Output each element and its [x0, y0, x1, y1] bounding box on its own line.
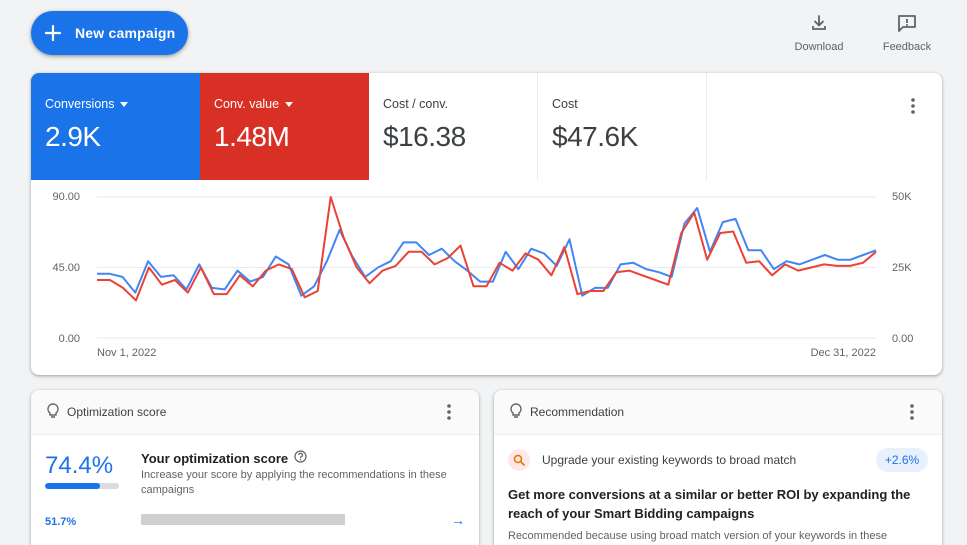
feedback-icon: [897, 14, 917, 41]
download-button[interactable]: Download: [790, 14, 848, 53]
more-options-icon[interactable]: [900, 400, 924, 424]
help-icon[interactable]: [294, 450, 307, 466]
campaign-name-placeholder: [141, 514, 345, 525]
plus-icon: [31, 11, 75, 55]
series-line-conv-value: [97, 196, 877, 302]
metric-name: Conversions: [45, 97, 115, 111]
optimization-score-bar: [45, 483, 119, 489]
y-right-tick: 50K: [892, 191, 912, 203]
optimization-heading-text: Your optimization score: [141, 450, 289, 466]
performance-card: Conversions 2.9K Conv. value 1.48M Cost …: [31, 73, 942, 375]
x-end-label: Dec 31, 2022: [811, 347, 876, 359]
card-title: Recommendation: [530, 405, 625, 419]
y-right-tick: 25K: [892, 262, 912, 274]
optimization-score-card: Optimization score 74.4% Your optimizati…: [31, 390, 479, 545]
card-title: Optimization score: [67, 405, 167, 419]
metric-conversions[interactable]: Conversions 2.9K: [31, 73, 200, 180]
recommendation-card: Recommendation Upgrade your existing key…: [494, 390, 942, 545]
download-label: Download: [794, 41, 844, 53]
new-campaign-button[interactable]: New campaign: [31, 11, 188, 55]
recommendation-heading: Get more conversions at a similar or bet…: [508, 487, 911, 521]
y-right-tick: 0.00: [892, 333, 913, 345]
optimization-heading: Your optimization score: [141, 450, 307, 466]
lightbulb-icon: [510, 402, 522, 422]
metric-value: 1.48M: [214, 121, 290, 152]
metric-cost-per-conv[interactable]: Cost / conv. $16.38: [369, 73, 538, 180]
metric-name: Conv. value: [214, 97, 280, 111]
metric-name: Cost: [552, 97, 578, 111]
recommendation-footer: Recommended because using broad match ve…: [508, 530, 888, 542]
arrow-right-icon[interactable]: →: [451, 512, 465, 528]
metric-cost[interactable]: Cost $47.6K: [538, 73, 707, 180]
metric-name: Cost / conv.: [383, 97, 449, 111]
y-left-tick: 45.00: [52, 262, 80, 274]
lightbulb-icon: [47, 402, 59, 422]
search-icon: [508, 449, 530, 471]
x-start-label: Nov 1, 2022: [97, 347, 156, 359]
caret-down-icon[interactable]: [120, 101, 129, 107]
more-options-icon[interactable]: [437, 400, 461, 424]
more-options-icon[interactable]: [901, 94, 925, 118]
metric-value: 2.9K: [45, 121, 101, 152]
download-icon: [810, 14, 828, 41]
metric-value: $47.6K: [552, 121, 638, 152]
caret-down-icon[interactable]: [285, 101, 294, 107]
feedback-button[interactable]: Feedback: [877, 14, 937, 53]
recommendation-line[interactable]: Upgrade your existing keywords to broad …: [542, 453, 796, 467]
optimization-description: Increase your score by applying the reco…: [141, 469, 447, 496]
uplift-badge: +2.6%: [876, 448, 928, 472]
new-campaign-label: New campaign: [75, 25, 176, 41]
feedback-label: Feedback: [882, 41, 932, 53]
y-left-tick: 0.00: [59, 333, 80, 345]
campaign-score-value: 51.7%: [45, 516, 77, 528]
series-line-conversions: [97, 207, 877, 297]
optimization-score-value: 74.4%: [45, 452, 114, 479]
y-left-tick: 90.00: [52, 191, 80, 203]
metric-value: $16.38: [383, 121, 466, 152]
metric-conv-value[interactable]: Conv. value 1.48M: [200, 73, 369, 180]
performance-chart: 90.00 45.00 0.00 50K 25K 0.00 Nov 1, 202…: [52, 191, 913, 359]
